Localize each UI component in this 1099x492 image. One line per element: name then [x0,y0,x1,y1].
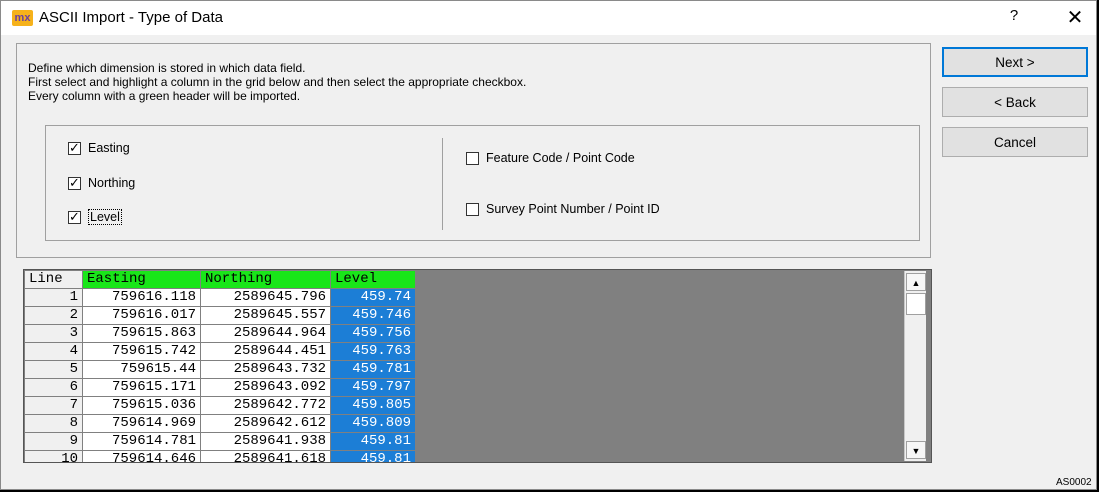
cell-northing[interactable]: 2589644.964 [200,324,331,343]
cell-level[interactable]: 459.809 [330,414,416,433]
checkbox-easting[interactable]: Easting [68,140,130,156]
scroll-up-arrow-icon[interactable]: ▲ [906,273,926,291]
cell-line[interactable]: 7 [24,396,83,415]
column-header-northing[interactable]: Northing [200,270,331,289]
cell-northing[interactable]: 2589642.772 [200,396,331,415]
table-row: 10 759614.646 2589641.618 459.81 [24,450,416,462]
next-button[interactable]: Next > [942,47,1088,77]
cell-easting[interactable]: 759616.017 [82,306,201,325]
checkbox-feature-code[interactable]: Feature Code / Point Code [466,151,635,165]
cell-northing[interactable]: 2589645.557 [200,306,331,325]
checkbox-feature-code-label: Feature Code / Point Code [486,151,635,165]
cell-northing[interactable]: 2589643.732 [200,360,331,379]
cell-line[interactable]: 1 [24,288,83,307]
table-row: 8 759614.969 2589642.612 459.809 [24,414,416,433]
dialog-id-label: AS0002 [1056,477,1092,488]
table-row: 9 759614.781 2589641.938 459.81 [24,432,416,451]
table-row: 6 759615.171 2589643.092 459.797 [24,378,416,397]
checkbox-northing[interactable]: Northing [68,175,136,191]
mx-logo-icon: mx [12,10,33,26]
cell-northing[interactable]: 2589644.451 [200,342,331,361]
cell-line[interactable]: 5 [24,360,83,379]
cell-line[interactable]: 8 [24,414,83,433]
field-options-group: Easting Northing Level Feature Code / Po… [45,125,920,241]
title-bar: mx ASCII Import - Type of Data ? ✕ [1,1,1096,35]
cell-line[interactable]: 10 [24,450,83,462]
checkbox-northing-label: Northing [88,176,136,190]
table-row: 7 759615.036 2589642.772 459.805 [24,396,416,415]
cell-easting[interactable]: 759615.863 [82,324,201,343]
checkbox-level[interactable]: Level [68,209,122,225]
table-row: 3 759615.863 2589644.964 459.756 [24,324,416,343]
table-row: 5 759615.44 2589643.732 459.781 [24,360,416,379]
checkbox-survey-point[interactable]: Survey Point Number / Point ID [466,202,660,216]
cell-level[interactable]: 459.756 [330,324,416,343]
help-icon[interactable]: ? [1004,7,1024,29]
close-icon[interactable]: ✕ [1063,5,1087,31]
grid-vertical-scrollbar[interactable]: ▲ ▼ [904,271,926,461]
cell-northing[interactable]: 2589643.092 [200,378,331,397]
cell-level[interactable]: 459.805 [330,396,416,415]
cell-line[interactable]: 3 [24,324,83,343]
table-row: 4 759615.742 2589644.451 459.763 [24,342,416,361]
cell-level[interactable]: 459.74 [330,288,416,307]
ascii-import-dialog: mx ASCII Import - Type of Data ? ✕ Defin… [0,0,1097,490]
options-divider [442,138,443,230]
instruction-line-3: Every column with a green header will be… [28,89,301,103]
cancel-button[interactable]: Cancel [942,127,1088,157]
cell-easting[interactable]: 759614.969 [82,414,201,433]
scroll-down-arrow-icon[interactable]: ▼ [906,441,926,459]
cell-easting[interactable]: 759615.44 [82,360,201,379]
cell-easting[interactable]: 759615.171 [82,378,201,397]
cell-level[interactable]: 459.781 [330,360,416,379]
column-header-line[interactable]: Line [24,270,83,289]
window-title: ASCII Import - Type of Data [39,9,223,26]
checkbox-northing-box[interactable] [68,175,81,191]
cell-level[interactable]: 459.81 [330,432,416,451]
checkbox-survey-point-label: Survey Point Number / Point ID [486,202,660,216]
cell-northing[interactable]: 2589641.938 [200,432,331,451]
cell-level[interactable]: 459.746 [330,306,416,325]
instruction-line-1: Define which dimension is stored in whic… [28,61,306,75]
grid-header-row: Line Easting Northing Level [24,270,416,289]
cell-easting[interactable]: 759615.036 [82,396,201,415]
checkbox-feature-code-box[interactable] [466,151,479,165]
cell-line[interactable]: 9 [24,432,83,451]
column-header-level[interactable]: Level [330,270,416,289]
table-row: 1 759616.118 2589645.796 459.74 [24,288,416,307]
cell-northing[interactable]: 2589641.618 [200,450,331,462]
definition-panel: Define which dimension is stored in whic… [16,43,931,258]
cell-easting[interactable]: 759616.118 [82,288,201,307]
data-grid-table: Line Easting Northing Level 1 759616.118… [24,270,416,462]
scrollbar-thumb[interactable] [906,293,926,315]
cell-line[interactable]: 2 [24,306,83,325]
cell-level[interactable]: 459.797 [330,378,416,397]
cell-easting[interactable]: 759615.742 [82,342,201,361]
cell-northing[interactable]: 2589642.612 [200,414,331,433]
cell-line[interactable]: 6 [24,378,83,397]
checkbox-easting-label: Easting [88,141,130,155]
instruction-line-2: First select and highlight a column in t… [28,75,527,89]
cell-easting[interactable]: 759614.781 [82,432,201,451]
cell-level[interactable]: 459.81 [330,450,416,462]
column-header-easting[interactable]: Easting [82,270,201,289]
cell-line[interactable]: 4 [24,342,83,361]
checkbox-survey-point-box[interactable] [466,202,479,216]
checkbox-level-label: Level [88,209,122,225]
data-grid[interactable]: Line Easting Northing Level 1 759616.118… [23,269,932,463]
back-button[interactable]: < Back [942,87,1088,117]
table-row: 2 759616.017 2589645.557 459.746 [24,306,416,325]
checkbox-easting-box[interactable] [68,140,81,156]
cell-level[interactable]: 459.763 [330,342,416,361]
cell-northing[interactable]: 2589645.796 [200,288,331,307]
cell-easting[interactable]: 759614.646 [82,450,201,462]
checkbox-level-box[interactable] [68,209,81,225]
